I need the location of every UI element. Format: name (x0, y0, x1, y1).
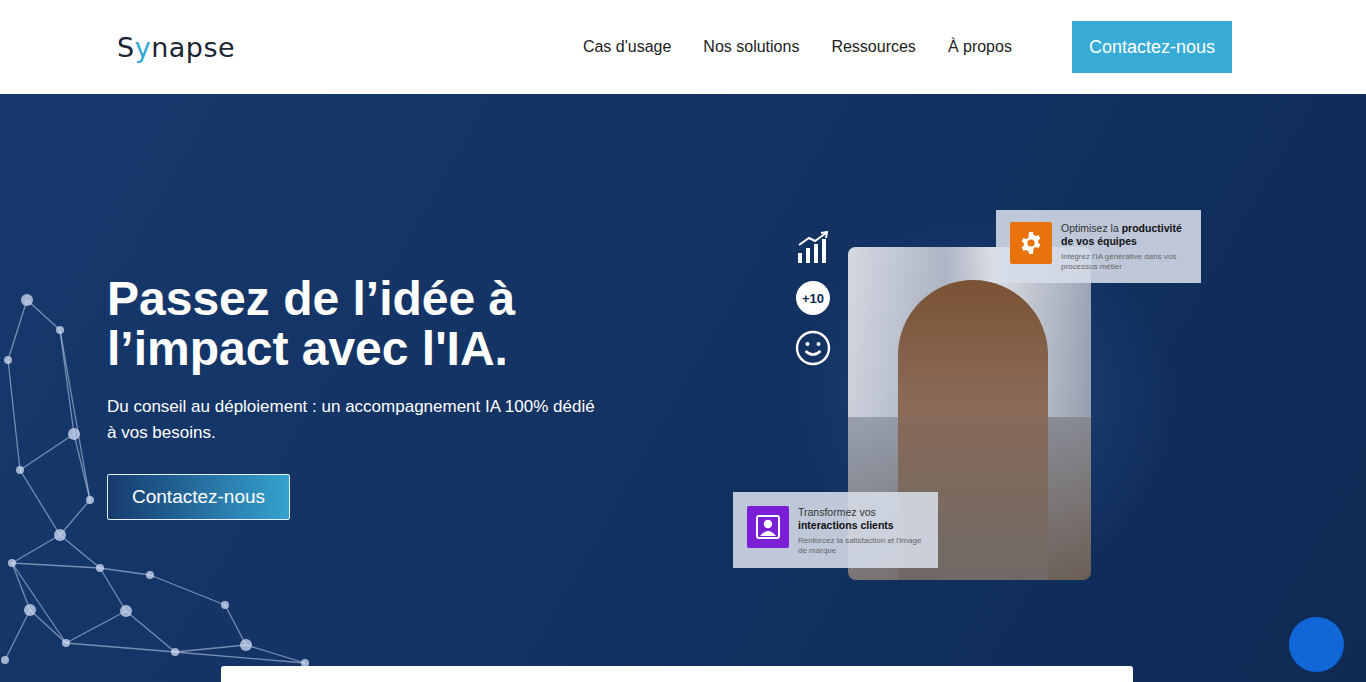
nav-item[interactable]: Ressources (831, 38, 915, 56)
chat-button[interactable] (1289, 617, 1344, 672)
card-subtitle: Renforcez la satisfaction et l'image de … (798, 536, 928, 556)
person-icon (747, 506, 789, 548)
card-subtitle: Intégrez l'IA générative dans vos proces… (1061, 252, 1191, 272)
feature-card: Optimisez la productivité de vos équipes… (996, 210, 1201, 283)
hero-visual: +10 Optimisez la productivité de vos équi… (733, 210, 1203, 582)
hero-title: Passez de l’idée àl’impact avec l'IA. (107, 274, 607, 374)
main-nav: Cas d'usage Nos solutions Ressources À prop… (583, 38, 1012, 56)
logo[interactable]: Synapse (117, 32, 235, 63)
hero-contact-button[interactable]: Contactez-nous (107, 474, 290, 520)
content-card (221, 666, 1133, 682)
page: Synapse Cas d'usage Nos solutions Ressource… (0, 0, 1366, 682)
feature-card: Transformez vos interactions clients Renf… (733, 492, 938, 568)
network-decoration-icon (0, 94, 320, 682)
gear-icon (1010, 222, 1052, 264)
card-title: Optimisez la productivité de vos équipes (1061, 222, 1191, 248)
chart-icon (795, 230, 831, 266)
badge-icon: +10 (795, 280, 831, 316)
nav-item[interactable]: À propos (948, 38, 1012, 56)
hero: Passez de l’idée àl’impact avec l'IA. Du … (0, 94, 1366, 682)
nav-item[interactable]: Nos solutions (703, 38, 799, 56)
header: Synapse Cas d'usage Nos solutions Ressource… (0, 0, 1366, 94)
nav-item[interactable]: Cas d'usage (583, 38, 671, 56)
hero-text: Passez de l’idée àl’impact avec l'IA. Du … (107, 256, 607, 520)
side-icons: +10 (795, 230, 831, 366)
contact-button[interactable]: Contactez-nous (1072, 21, 1232, 73)
hero-subtitle: Du conseil au déploiement : un accompagn… (107, 394, 607, 446)
smiley-icon (795, 330, 831, 366)
card-title: Transformez vos interactions clients (798, 506, 928, 532)
